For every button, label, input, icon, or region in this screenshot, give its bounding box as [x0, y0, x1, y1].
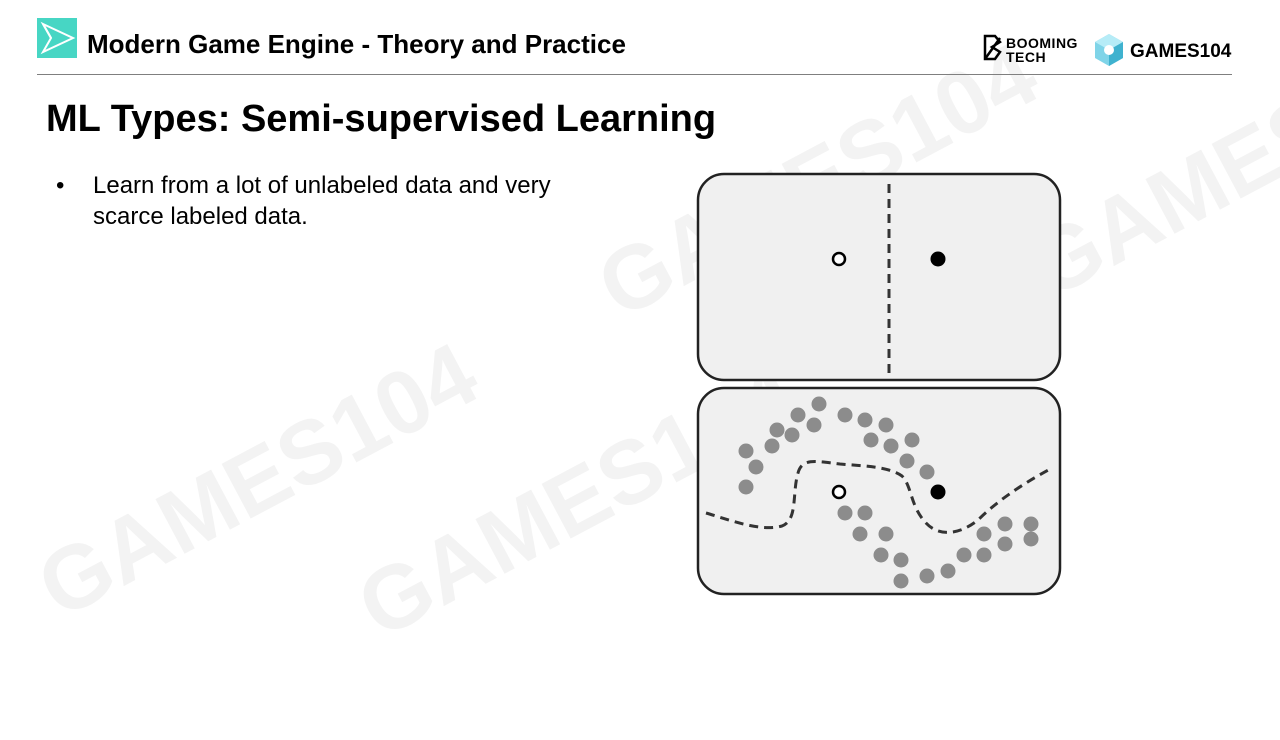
bullet-item: • Learn from a lot of unlabeled data and… [56, 170, 596, 232]
booming-tech-logo-icon [983, 34, 1002, 61]
bullet-marker: • [56, 172, 65, 199]
play-triangle-icon [37, 18, 77, 58]
course-title: Modern Game Engine - Theory and Practice [87, 29, 626, 59]
booming-tech-label: BOOMING TECH [1006, 35, 1078, 65]
panel-labeled-only [696, 172, 1062, 382]
bullet-list: • Learn from a lot of unlabeled data and… [56, 170, 596, 232]
labeled-point-unfilled [831, 251, 847, 267]
header-divider [37, 74, 1232, 75]
slide-title: ML Types: Semi-supervised Learning [46, 98, 717, 140]
labeled-point-filled [930, 484, 946, 500]
panel-with-unlabeled [696, 386, 1062, 596]
games104-label: GAMES104 [1130, 41, 1232, 62]
labeled-point-filled [930, 251, 946, 267]
semi-supervised-diagram [696, 172, 1062, 596]
labeled-point-unfilled [831, 484, 847, 500]
brand-logos: BOOMING TECH GAMES104 [982, 32, 1242, 72]
games104-cube-icon [1095, 34, 1123, 66]
svg-text:GAMES104: GAMES104 [22, 324, 493, 638]
bullet-text: Learn from a lot of unlabeled data and v… [93, 172, 551, 230]
